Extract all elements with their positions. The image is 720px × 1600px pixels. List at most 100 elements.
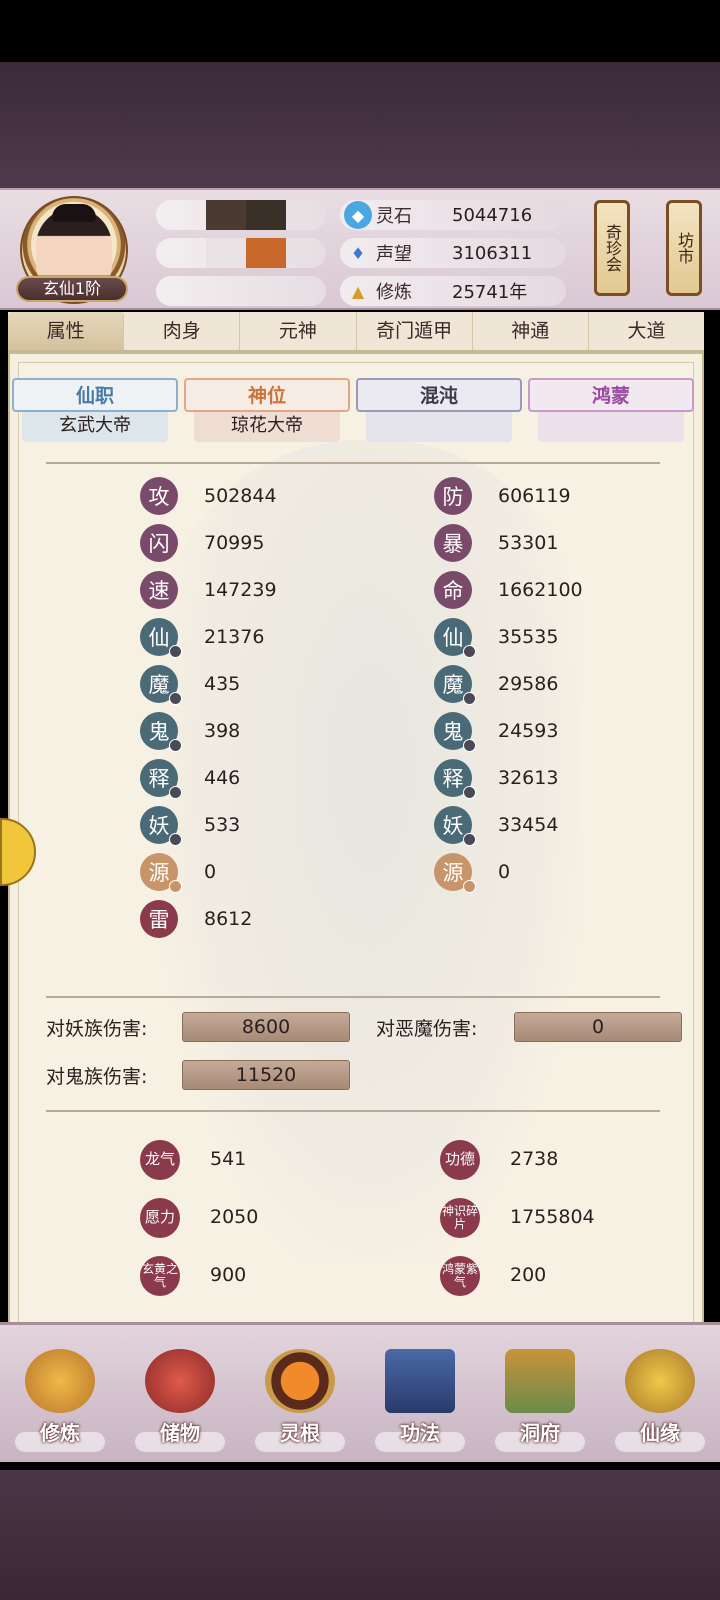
book-icon (385, 1349, 455, 1413)
title-body: 玄武大帝 (22, 412, 168, 442)
stat-buddha-defense: 释 32613 (434, 758, 558, 799)
tab-body[interactable]: 肉身 (124, 312, 241, 350)
buddha-icon: 释 (140, 759, 182, 799)
stat-speed: 速 147239 (140, 570, 277, 610)
damage-vs-demon-value: 0 (514, 1012, 682, 1042)
divider (46, 1110, 660, 1112)
status-bar (0, 0, 720, 62)
speed-icon: 速 (140, 571, 178, 609)
divine-sense-fragment-icon: 神识碎片 (440, 1198, 480, 1238)
crit-icon: 暴 (434, 524, 472, 562)
monster-icon: 妖 (434, 806, 476, 846)
player-guild-field (156, 276, 326, 306)
bottom-nav: 修炼 储物 灵根 功法 洞府 仙缘 (0, 1322, 720, 1462)
resource-cultivation: ▲ 修炼 25741年 (340, 276, 566, 306)
ghost-icon: 鬼 (140, 712, 182, 752)
resource-prestige: ♦ 声望 3106311 (340, 238, 566, 268)
nav-spirit-root[interactable]: 灵根 (240, 1325, 360, 1462)
nav-techniques[interactable]: 功法 (360, 1325, 480, 1462)
divine-sense-fragment-value: 1755804 (510, 1206, 595, 1228)
immortal-icon: 仙 (140, 618, 182, 658)
xuanhuang-qi-icon: 玄黄之气 (140, 1256, 180, 1296)
stat-ghost-defense: 鬼 24593 (434, 711, 558, 752)
title-head: 鸿蒙 (528, 378, 694, 412)
defense-icon: 防 (434, 477, 472, 515)
merit-value: 2738 (510, 1148, 559, 1170)
stat-monster-attack: 妖 533 (140, 805, 240, 846)
tab-divine-power[interactable]: 神通 (473, 312, 589, 350)
player-id-field (156, 238, 326, 268)
stat-ghost-attack: 鬼 398 (140, 711, 240, 752)
resource-spirit-stone: ◆ 灵石 5044716 (340, 200, 566, 230)
divider (46, 462, 660, 464)
title-card-hongmeng[interactable]: 鸿蒙 (528, 378, 694, 442)
stat-monster-defense: 妖 33454 (434, 805, 558, 846)
attack-icon: 攻 (140, 477, 178, 515)
demon-icon: 魔 (140, 665, 182, 705)
dragon-qi-icon: 龙气 (140, 1140, 180, 1180)
cave-dwelling-icon (505, 1349, 575, 1413)
tab-spirit[interactable]: 元神 (240, 312, 357, 350)
character-artwork (160, 440, 580, 1260)
spirit-root-icon (265, 1349, 335, 1413)
wish-power-value: 2050 (210, 1206, 259, 1228)
stat-attack: 攻 502844 (140, 476, 277, 516)
market-button[interactable]: 坊市 (666, 200, 702, 296)
damage-vs-demon-label: 对恶魔伤害: (376, 1018, 478, 1040)
stat-crit: 暴 53301 (434, 523, 558, 563)
bottom-backdrop (0, 1470, 720, 1600)
cultivate-icon (25, 1349, 95, 1413)
thunder-icon: 雷 (140, 900, 178, 938)
monster-icon: 妖 (140, 806, 182, 846)
title-head: 仙职 (12, 378, 178, 412)
title-card-divine-rank[interactable]: 神位 琼花大帝 (184, 378, 350, 442)
prestige-icon: ♦ (350, 243, 366, 263)
tab-attributes[interactable]: 属性 (8, 312, 125, 350)
top-backdrop (0, 62, 720, 190)
wish-power-icon: 愿力 (140, 1198, 180, 1238)
title-head: 神位 (184, 378, 350, 412)
tab-dao[interactable]: 大道 (589, 312, 704, 350)
title-body: 琼花大帝 (194, 412, 340, 442)
stat-origin-defense: 源0 (434, 852, 510, 893)
stat-defense: 防 606119 (434, 476, 571, 516)
dodge-icon: 闪 (140, 524, 178, 562)
title-card-immortal-office[interactable]: 仙职 玄武大帝 (12, 378, 178, 442)
stat-buddha-attack: 释 446 (140, 758, 240, 799)
stat-dodge: 闪 70995 (140, 523, 264, 563)
damage-vs-ghost-label: 对鬼族伤害: (46, 1066, 148, 1088)
origin-icon: 源 (140, 853, 182, 893)
avatar-hair (52, 204, 96, 222)
title-card-chaos[interactable]: 混沌 (356, 378, 522, 442)
nav-cave-dwelling[interactable]: 洞府 (480, 1325, 600, 1462)
nav-storage[interactable]: 储物 (120, 1325, 240, 1462)
xuanhuang-qi-value: 900 (210, 1264, 247, 1286)
title-body (538, 412, 684, 442)
stat-demon-defense: 魔 29586 (434, 664, 558, 705)
nav-fate[interactable]: 仙缘 (600, 1325, 720, 1462)
stat-origin-attack: 源0 (140, 852, 216, 893)
immortal-icon: 仙 (434, 618, 476, 658)
nav-cultivate[interactable]: 修炼 (0, 1325, 120, 1462)
player-name-field (156, 200, 326, 230)
stat-immortal-defense: 仙 35535 (434, 617, 558, 658)
demon-icon: 魔 (434, 665, 476, 705)
stat-immortal-attack: 仙 21376 (140, 617, 264, 658)
attribute-tabs: 属性 肉身 元神 奇门遁甲 神通 大道 (8, 312, 704, 352)
merit-icon: 功德 (440, 1140, 480, 1180)
divider (46, 996, 660, 998)
player-header: 玄仙1阶 ◆ 灵石 5044716 ♦ 声望 3106311 ▲ 修炼 2574… (0, 188, 720, 310)
damage-vs-monster-label: 对妖族伤害: (46, 1018, 148, 1040)
health-icon: 命 (434, 571, 472, 609)
dragon-qi-value: 541 (210, 1148, 247, 1170)
ghost-icon: 鬼 (434, 712, 476, 752)
treasure-fair-button[interactable]: 奇珍会 (594, 200, 630, 296)
hongmeng-purple-qi-icon: 鸿蒙紫气 (440, 1256, 480, 1296)
rank-badge: 玄仙1阶 (16, 276, 128, 302)
stat-health: 命 1662100 (434, 570, 583, 610)
hongmeng-purple-qi-value: 200 (510, 1264, 547, 1286)
cultivation-icon: ▲ (351, 281, 365, 301)
title-body (366, 412, 512, 442)
origin-icon: 源 (434, 853, 476, 893)
tab-qimen[interactable]: 奇门遁甲 (357, 312, 473, 350)
